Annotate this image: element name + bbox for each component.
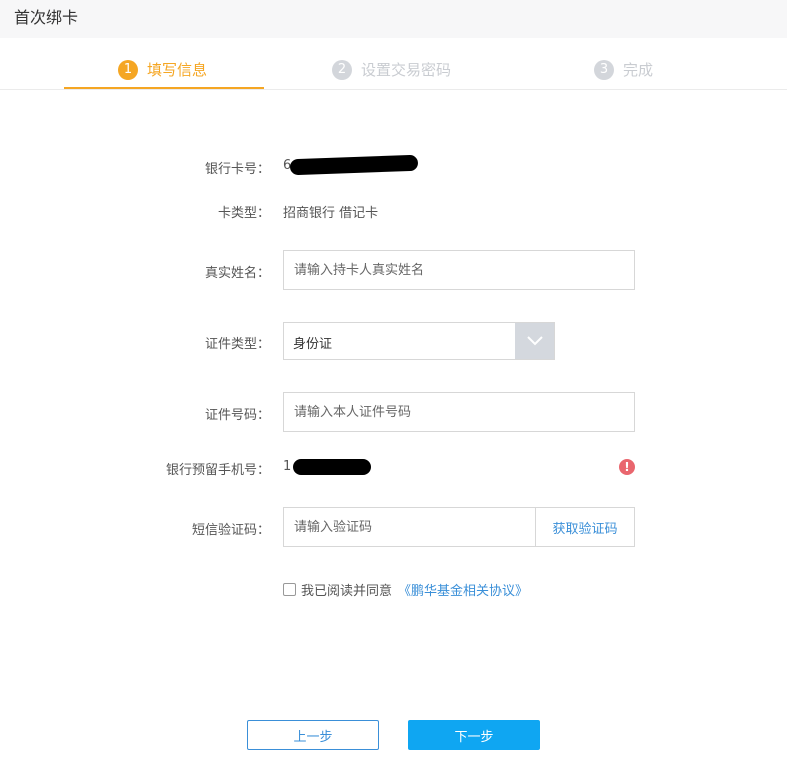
step-complete: 3 完成 (594, 59, 653, 80)
step-label: 完成 (623, 61, 654, 79)
step-progress: 1 填写信息 2 设置交易密码 3 完成 (0, 38, 787, 90)
redaction-mark (289, 154, 419, 176)
step-number: 2 (332, 59, 352, 80)
real-name-label: 真实姓名： (204, 266, 270, 281)
id-type-label: 证件类型： (204, 337, 270, 352)
id-type-select[interactable]: 身份证 (283, 322, 555, 360)
get-code-button[interactable]: 获取验证码 (535, 507, 635, 547)
step-label: 设置交易密码 (361, 61, 452, 79)
id-type-selected: 身份证 (293, 337, 333, 352)
agreement-text: 我已阅读并同意 (301, 584, 393, 599)
real-name-input[interactable] (283, 250, 635, 290)
step-label: 填写信息 (147, 61, 208, 79)
chevron-down-icon[interactable] (515, 323, 554, 359)
step-number: 1 (118, 59, 138, 80)
card-type-label: 卡类型： (217, 206, 270, 221)
redaction-mark (293, 459, 371, 475)
active-step-indicator (64, 87, 264, 89)
step-number: 3 (594, 59, 614, 80)
prev-step-button[interactable]: 上一步 (247, 720, 379, 750)
next-step-button[interactable]: 下一步 (408, 720, 540, 750)
warning-icon: ! (619, 459, 635, 475)
page-title: 首次绑卡 (14, 8, 79, 27)
card-number-label: 银行卡号： (204, 162, 270, 177)
agreement-link[interactable]: 《鹏华基金相关协议》 (398, 580, 528, 599)
sms-code-label: 短信验证码： (191, 523, 270, 538)
agreement-checkbox[interactable] (283, 583, 296, 596)
phone-label: 银行预留手机号： (165, 463, 270, 478)
id-number-input[interactable] (283, 392, 635, 432)
header-bar: 首次绑卡 (0, 0, 787, 38)
card-type-value: 招商银行 借记卡 (283, 206, 379, 221)
id-number-label: 证件号码： (204, 408, 270, 423)
step-fill-info: 1 填写信息 (118, 59, 207, 80)
sms-code-input[interactable] (283, 507, 536, 547)
step-set-password: 2 设置交易密码 (332, 59, 451, 80)
phone-value: 1 (283, 459, 292, 474)
agreement-row: 我已阅读并同意 《鹏华基金相关协议》 (283, 580, 528, 599)
